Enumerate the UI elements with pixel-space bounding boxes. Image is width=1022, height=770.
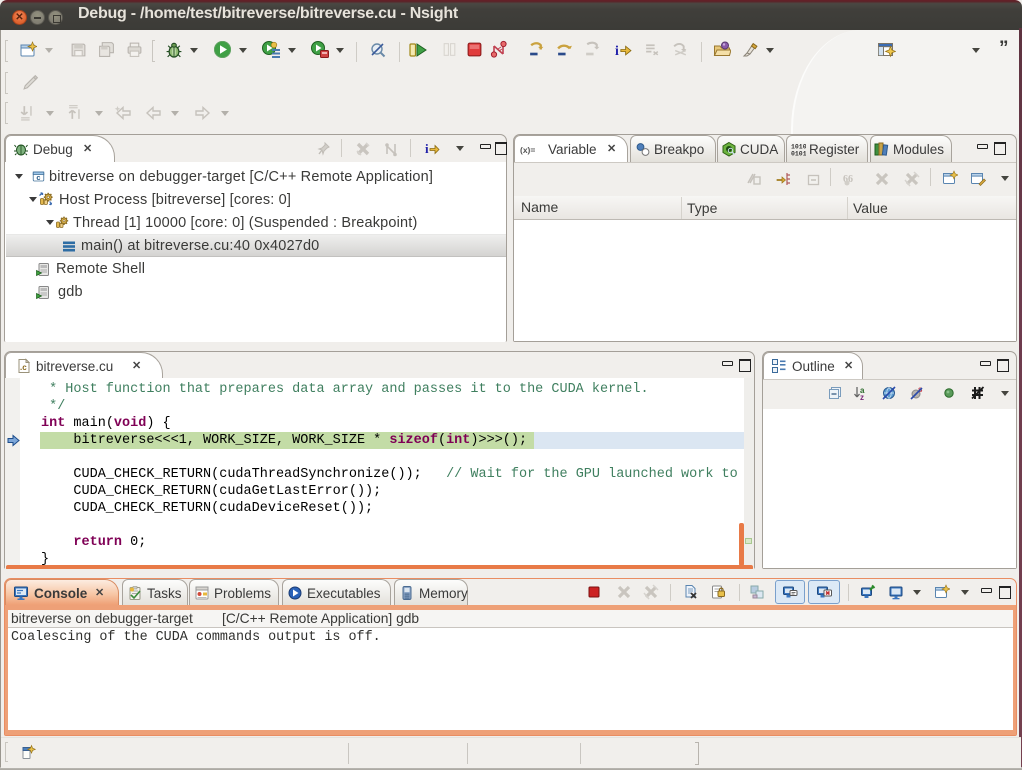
svg-text:1010: 1010 bbox=[791, 144, 806, 151]
svg-text:i: i bbox=[615, 43, 619, 58]
svg-text:.c: .c bbox=[20, 363, 27, 372]
svg-text:0101: 0101 bbox=[791, 151, 806, 158]
svg-text:i: i bbox=[425, 141, 429, 156]
svg-text:(x)=: (x)= bbox=[520, 145, 535, 155]
svg-text:c: c bbox=[36, 173, 40, 182]
svg-text:z: z bbox=[860, 393, 864, 401]
